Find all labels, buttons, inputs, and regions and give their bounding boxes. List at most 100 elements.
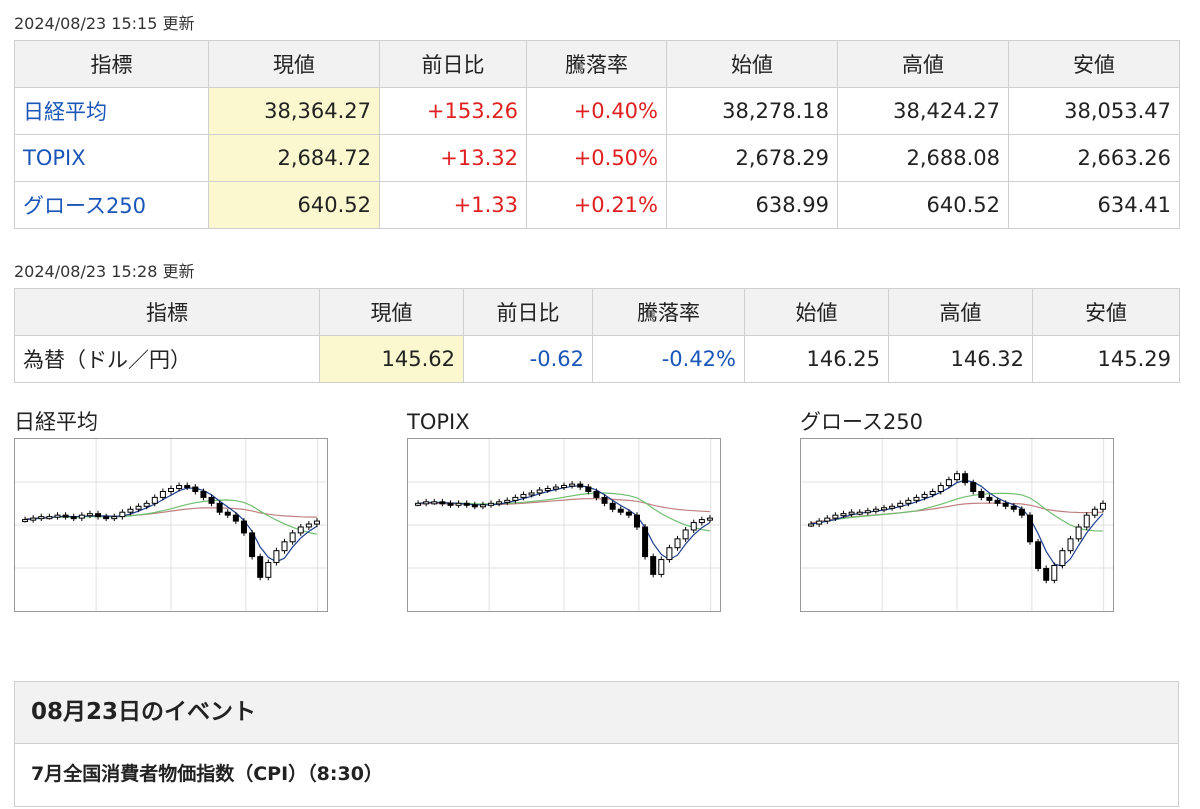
candle-body: [601, 496, 608, 504]
candle-body: [1083, 514, 1090, 528]
candle-body: [232, 514, 239, 522]
event-item: 7月全国消費者物価指数（CPI）（8:30）: [31, 763, 383, 785]
chart-title: 日経平均: [14, 410, 98, 434]
column-header: 高値: [837, 40, 1009, 88]
candle-body: [1002, 502, 1009, 507]
column-header: 指標: [14, 288, 320, 336]
candle-body: [824, 517, 831, 522]
candle-body: [658, 559, 665, 575]
candle-body: [62, 514, 69, 518]
current-value: 2,684.72: [208, 134, 380, 182]
candle-body: [1035, 541, 1042, 569]
candle-body: [625, 511, 632, 516]
candle-body: [1026, 514, 1033, 543]
change-value: +153.26: [379, 87, 527, 135]
candle-body: [471, 504, 478, 508]
candle-body: [46, 516, 53, 520]
candle-body: [265, 562, 272, 578]
candle-body: [78, 514, 85, 519]
candle-body: [70, 516, 77, 520]
rate-value: -0.42%: [592, 335, 745, 383]
candle-body: [297, 526, 304, 534]
candle-body: [642, 526, 649, 558]
nikkei-chart[interactable]: [14, 438, 328, 612]
candle-body: [22, 519, 29, 523]
topix-chart[interactable]: [407, 438, 721, 612]
candle-body: [1075, 526, 1082, 540]
candle-body: [954, 473, 960, 481]
candle-body: [593, 490, 600, 498]
candle-body: [103, 516, 110, 520]
candle-body: [609, 502, 616, 510]
candle-body: [913, 496, 920, 501]
table-header-row: 指標 現値 前日比 騰落率 始値 高値 安値: [14, 288, 1180, 336]
high-value: 640.52: [837, 181, 1009, 229]
candle-body: [528, 492, 535, 496]
rate-value: +0.40%: [526, 87, 667, 135]
column-header: 騰落率: [526, 40, 667, 88]
rate-value: +0.50%: [526, 134, 667, 182]
chart-title: グロース250: [800, 410, 924, 434]
candle-body: [937, 485, 944, 492]
low-value: 38,053.47: [1008, 87, 1180, 135]
candle-body: [249, 532, 256, 558]
high-value: 38,424.27: [837, 87, 1009, 135]
candle-body: [111, 516, 118, 520]
candle-body: [1059, 550, 1066, 566]
nikkei-link[interactable]: 日経平均: [23, 100, 107, 124]
current-value: 38,364.27: [208, 87, 380, 135]
candle-body: [281, 541, 288, 552]
candle-body: [463, 502, 470, 506]
candle-body: [577, 483, 584, 488]
candle-body: [666, 547, 673, 561]
candle-body: [520, 493, 527, 498]
candle-body: [423, 501, 430, 505]
low-value: 145.29: [1032, 335, 1180, 383]
column-header: 安値: [1032, 288, 1180, 336]
candle-body: [184, 485, 191, 489]
candle-body: [561, 485, 567, 489]
growth250-chart-svg: [801, 439, 1113, 611]
topix-link[interactable]: TOPIX: [23, 146, 86, 170]
column-header: 現値: [208, 40, 380, 88]
column-header: 指標: [14, 40, 209, 88]
candle-body: [151, 496, 158, 504]
column-header: 騰落率: [592, 288, 745, 336]
rate-value: +0.21%: [526, 181, 667, 229]
change-value: +1.33: [379, 181, 527, 229]
candle-body: [994, 499, 1001, 504]
candle-body: [569, 483, 576, 487]
chart-title: TOPIX: [407, 410, 470, 434]
candle-body: [208, 496, 215, 504]
fx-name: 為替（ドル／円）: [14, 335, 320, 383]
open-value: 2,678.29: [666, 134, 838, 182]
change-value: -0.62: [463, 335, 593, 383]
candle-body: [650, 556, 657, 575]
fx-updated-timestamp: 2024/08/23 15:28 更新: [14, 262, 195, 281]
candle-body: [86, 513, 93, 517]
candle-body: [479, 504, 486, 508]
candle-body: [504, 499, 511, 503]
open-value: 38,278.18: [666, 87, 838, 135]
column-header: 始値: [744, 288, 889, 336]
candle-body: [1067, 538, 1074, 552]
table-header-row: 指標 現値 前日比 騰落率 始値 高値 安値: [14, 40, 1180, 88]
current-value: 145.62: [319, 335, 464, 383]
candle-body: [455, 502, 462, 506]
event-panel: 08月23日のイベント 7月全国消費者物価指数（CPI）（8:30）: [14, 681, 1179, 807]
table-row: TOPIX 2,684.72 +13.32 +0.50% 2,678.29 2,…: [14, 134, 1180, 182]
open-value: 146.25: [744, 335, 889, 383]
candle-body: [1010, 505, 1017, 510]
topix-chart-svg: [408, 439, 720, 611]
growth250-chart[interactable]: [800, 438, 1114, 612]
growth250-link[interactable]: グロース250: [23, 194, 146, 218]
candle-body: [512, 496, 519, 501]
candle-body: [496, 501, 503, 505]
candle-body: [439, 501, 446, 505]
candle-body: [257, 556, 264, 578]
candle-body: [690, 522, 697, 531]
candle-body: [1018, 508, 1025, 516]
candle-body: [552, 486, 559, 490]
column-header: 高値: [888, 288, 1033, 336]
candle-body: [30, 517, 37, 521]
